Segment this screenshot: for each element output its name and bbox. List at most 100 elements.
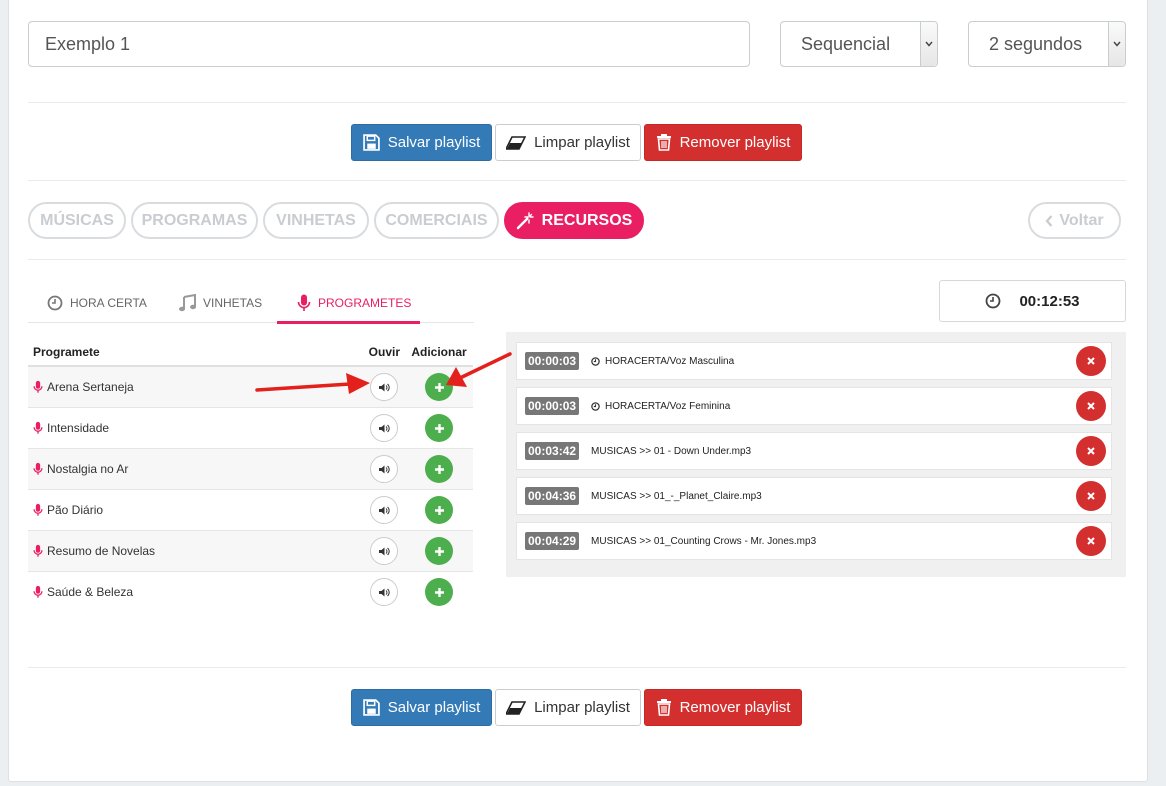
add-button[interactable] — [425, 455, 453, 483]
save-playlist-button[interactable]: Salvar playlist — [351, 124, 492, 161]
table-row: Nostalgia no Ar — [28, 448, 473, 490]
item-duration: 00:04:29 — [525, 532, 580, 550]
divider — [28, 180, 1126, 181]
music-note-icon — [179, 294, 196, 312]
category-comerciais[interactable]: COMERCIAIS — [374, 202, 499, 239]
clear-playlist-button[interactable]: Limpar playlist — [495, 689, 641, 726]
remove-item-button[interactable] — [1076, 526, 1106, 556]
playlist-item[interactable]: 00:00:03 HORACERTA/Voz Feminina — [516, 387, 1112, 425]
item-name: MUSICAS >> 01_-_Planet_Claire.mp3 — [591, 490, 762, 502]
category-recursos[interactable]: RECURSOS — [504, 202, 644, 239]
playlist-name-input[interactable]: Exemplo 1 — [28, 21, 750, 67]
add-button[interactable] — [425, 373, 453, 401]
clear-playlist-button[interactable]: Limpar playlist — [495, 124, 641, 161]
remove-playlist-button[interactable]: Remover playlist — [644, 124, 802, 161]
playlist-item[interactable]: 00:04:29 MUSICAS >> 01_Counting Crows - M… — [516, 522, 1112, 560]
add-button[interactable] — [425, 578, 453, 606]
add-button[interactable] — [425, 537, 453, 565]
remove-playlist-button[interactable]: Remover playlist — [644, 689, 802, 726]
clear-playlist-label: Limpar playlist — [534, 134, 630, 151]
add-button[interactable] — [425, 496, 453, 524]
programete-name: Intensidade — [28, 420, 364, 436]
add-cell — [405, 571, 473, 612]
programete-name: Arena Sertaneja — [28, 379, 364, 395]
speaker-icon — [378, 588, 390, 596]
table-row: Intensidade — [28, 407, 473, 449]
microphone-icon — [33, 421, 43, 434]
close-icon — [1087, 447, 1095, 455]
category-label: RECURSOS — [541, 211, 633, 229]
item-name: MUSICAS >> 01 - Down Under.mp3 — [591, 445, 752, 457]
close-icon — [1087, 492, 1095, 500]
programete-label: Intensidade — [47, 421, 110, 435]
interval-select-value: 2 segundos — [989, 33, 1083, 54]
listen-cell — [363, 365, 405, 408]
remove-playlist-label: Remover playlist — [679, 134, 791, 151]
table-row: Arena Sertaneja — [28, 365, 473, 408]
add-cell — [405, 407, 473, 449]
category-label: COMERCIAIS — [385, 211, 488, 229]
save-playlist-button[interactable]: Salvar playlist — [351, 689, 492, 726]
tab-label: HORA CERTA — [70, 296, 147, 310]
clock-icon — [591, 401, 600, 411]
microphone-icon — [33, 585, 43, 598]
programete-name: Saúde & Beleza — [28, 584, 364, 600]
item-name: HORACERTA/Voz Feminina — [605, 400, 731, 412]
listen-button[interactable] — [370, 373, 399, 401]
listen-cell — [363, 530, 405, 572]
listen-button[interactable] — [370, 455, 399, 483]
programete-cell: Pão Diário — [28, 489, 364, 531]
remove-item-button[interactable] — [1076, 391, 1106, 421]
programete-cell: Intensidade — [28, 407, 364, 449]
tab-hora-certa[interactable]: HORA CERTA — [47, 292, 147, 314]
remove-item-button[interactable] — [1076, 481, 1106, 511]
divider — [28, 259, 1126, 260]
close-icon — [1087, 357, 1095, 365]
category-musicas[interactable]: MÚSICAS — [28, 202, 126, 239]
chevron-left-icon — [1045, 214, 1053, 227]
save-playlist-label: Salvar playlist — [387, 134, 481, 151]
category-vinhetas[interactable]: VINHETAS — [263, 202, 369, 239]
playlist-item[interactable]: 00:00:03 HORACERTA/Voz Masculina — [516, 342, 1112, 380]
listen-cell — [363, 448, 405, 490]
listen-button[interactable] — [370, 496, 399, 524]
remove-item-button[interactable] — [1076, 436, 1106, 466]
playlist-area: 00:00:03 HORACERTA/Voz Masculina 00:00:03 H… — [506, 332, 1126, 577]
trash-icon — [656, 699, 671, 716]
plus-icon — [434, 546, 444, 556]
category-label: VINHETAS — [276, 211, 356, 229]
plus-icon — [434, 423, 444, 433]
chevron-down-icon — [920, 22, 937, 66]
programete-name: Nostalgia no Ar — [28, 461, 364, 477]
category-programas[interactable]: PROGRAMAS — [131, 202, 258, 239]
column-header: Programete — [28, 338, 364, 367]
mode-select[interactable]: Sequencial — [780, 21, 938, 67]
programete-name: Resumo de Novelas — [28, 543, 364, 559]
clock-icon — [986, 293, 1001, 309]
add-cell — [405, 530, 473, 572]
listen-button[interactable] — [370, 414, 399, 442]
table-row: Resumo de Novelas — [28, 530, 473, 572]
clock-icon — [47, 295, 63, 311]
trash-icon — [656, 134, 671, 151]
eraser-icon — [506, 135, 527, 150]
divider — [28, 102, 1126, 103]
remove-item-button[interactable] — [1076, 346, 1106, 376]
chevron-down-icon — [1108, 22, 1125, 66]
close-icon — [1087, 537, 1095, 545]
playlist-item[interactable]: 00:03:42 MUSICAS >> 01 - Down Under.mp3 — [516, 432, 1112, 470]
tab-programetes[interactable]: PROGRAMETES — [297, 292, 411, 314]
eraser-icon — [506, 700, 527, 715]
floppy-disk-icon — [362, 134, 380, 151]
listen-button[interactable] — [370, 578, 399, 606]
listen-button[interactable] — [370, 537, 399, 565]
tab-vinhetas[interactable]: VINHETAS — [178, 292, 262, 314]
close-icon — [1087, 402, 1095, 410]
playlist-item[interactable]: 00:04:36 MUSICAS >> 01_-_Planet_Claire.mp… — [516, 477, 1112, 515]
add-button[interactable] — [425, 414, 453, 442]
programete-label: Resumo de Novelas — [47, 544, 156, 558]
back-button[interactable]: Voltar — [1028, 202, 1121, 239]
floppy-disk-icon — [362, 699, 380, 716]
programete-cell: Saúde & Beleza — [28, 571, 364, 612]
interval-select[interactable]: 2 segundos — [968, 21, 1126, 67]
